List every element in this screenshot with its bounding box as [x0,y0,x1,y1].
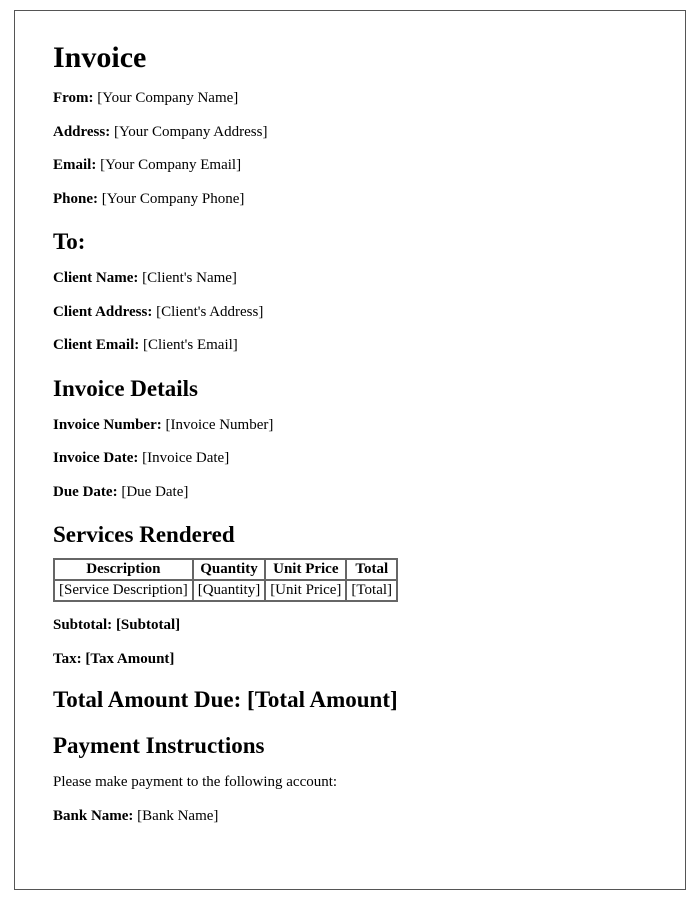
payment-instructions-heading: Payment Instructions [53,733,647,759]
client-name-label: Client Name: [53,270,138,286]
invoice-date: Invoice Date: [Invoice Date] [53,449,647,469]
invoice-title: Invoice [53,41,647,75]
table-row: [Service Description] [Quantity] [Unit P… [54,580,397,601]
cell-unit-price: [Unit Price] [265,580,346,601]
tax: Tax: [Tax Amount] [53,650,647,670]
due-date-value: [Due Date] [121,484,188,500]
invoice-number: Invoice Number: [Invoice Number] [53,416,647,436]
services-table: Description Quantity Unit Price Total [S… [53,558,398,602]
cell-total: [Total] [346,580,397,601]
invoice-date-value: [Invoice Date] [142,450,229,466]
client-name: Client Name: [Client's Name] [53,269,647,289]
invoice-date-label: Invoice Date: [53,450,138,466]
table-header-row: Description Quantity Unit Price Total [54,559,397,580]
payment-intro: Please make payment to the following acc… [53,773,647,793]
col-unit-price: Unit Price [265,559,346,580]
from-address-value: [Your Company Address] [114,124,267,140]
to-heading: To: [53,229,647,255]
col-quantity: Quantity [193,559,265,580]
col-description: Description [54,559,193,580]
from-company: From: [Your Company Name] [53,89,647,109]
bank-name-label: Bank Name: [53,808,133,824]
client-name-value: [Client's Name] [142,270,237,286]
due-date: Due Date: [Due Date] [53,483,647,503]
from-email-value: [Your Company Email] [100,157,241,173]
total-value: [Total Amount] [247,687,398,712]
from-value: [Your Company Name] [97,90,238,106]
cell-description: [Service Description] [54,580,193,601]
from-phone-value: [Your Company Phone] [102,191,245,207]
bank-name-value: [Bank Name] [137,808,218,824]
subtotal: Subtotal: [Subtotal] [53,616,647,636]
col-total: Total [346,559,397,580]
client-address-label: Client Address: [53,304,152,320]
from-address: Address: [Your Company Address] [53,123,647,143]
from-phone-label: Phone: [53,191,98,207]
bank-name: Bank Name: [Bank Name] [53,807,647,827]
from-email-label: Email: [53,157,96,173]
cell-quantity: [Quantity] [193,580,265,601]
total-amount-due: Total Amount Due: [Total Amount] [53,687,647,713]
from-label: From: [53,90,94,106]
invoice-number-label: Invoice Number: [53,417,162,433]
page-wrapper: Invoice From: [Your Company Name] Addres… [0,0,700,900]
invoice-details-heading: Invoice Details [53,376,647,402]
client-address-value: [Client's Address] [156,304,263,320]
client-address: Client Address: [Client's Address] [53,303,647,323]
subtotal-value: [Subtotal] [116,617,180,633]
tax-label: Tax: [53,651,82,667]
due-date-label: Due Date: [53,484,118,500]
invoice-number-value: [Invoice Number] [166,417,274,433]
client-email-value: [Client's Email] [143,337,238,353]
client-email: Client Email: [Client's Email] [53,336,647,356]
tax-value: [Tax Amount] [85,651,174,667]
client-email-label: Client Email: [53,337,139,353]
services-heading: Services Rendered [53,522,647,548]
subtotal-label: Subtotal: [53,617,112,633]
from-address-label: Address: [53,124,110,140]
document-page: Invoice From: [Your Company Name] Addres… [14,10,686,890]
from-phone: Phone: [Your Company Phone] [53,190,647,210]
total-label: Total Amount Due: [53,687,241,712]
from-email: Email: [Your Company Email] [53,156,647,176]
